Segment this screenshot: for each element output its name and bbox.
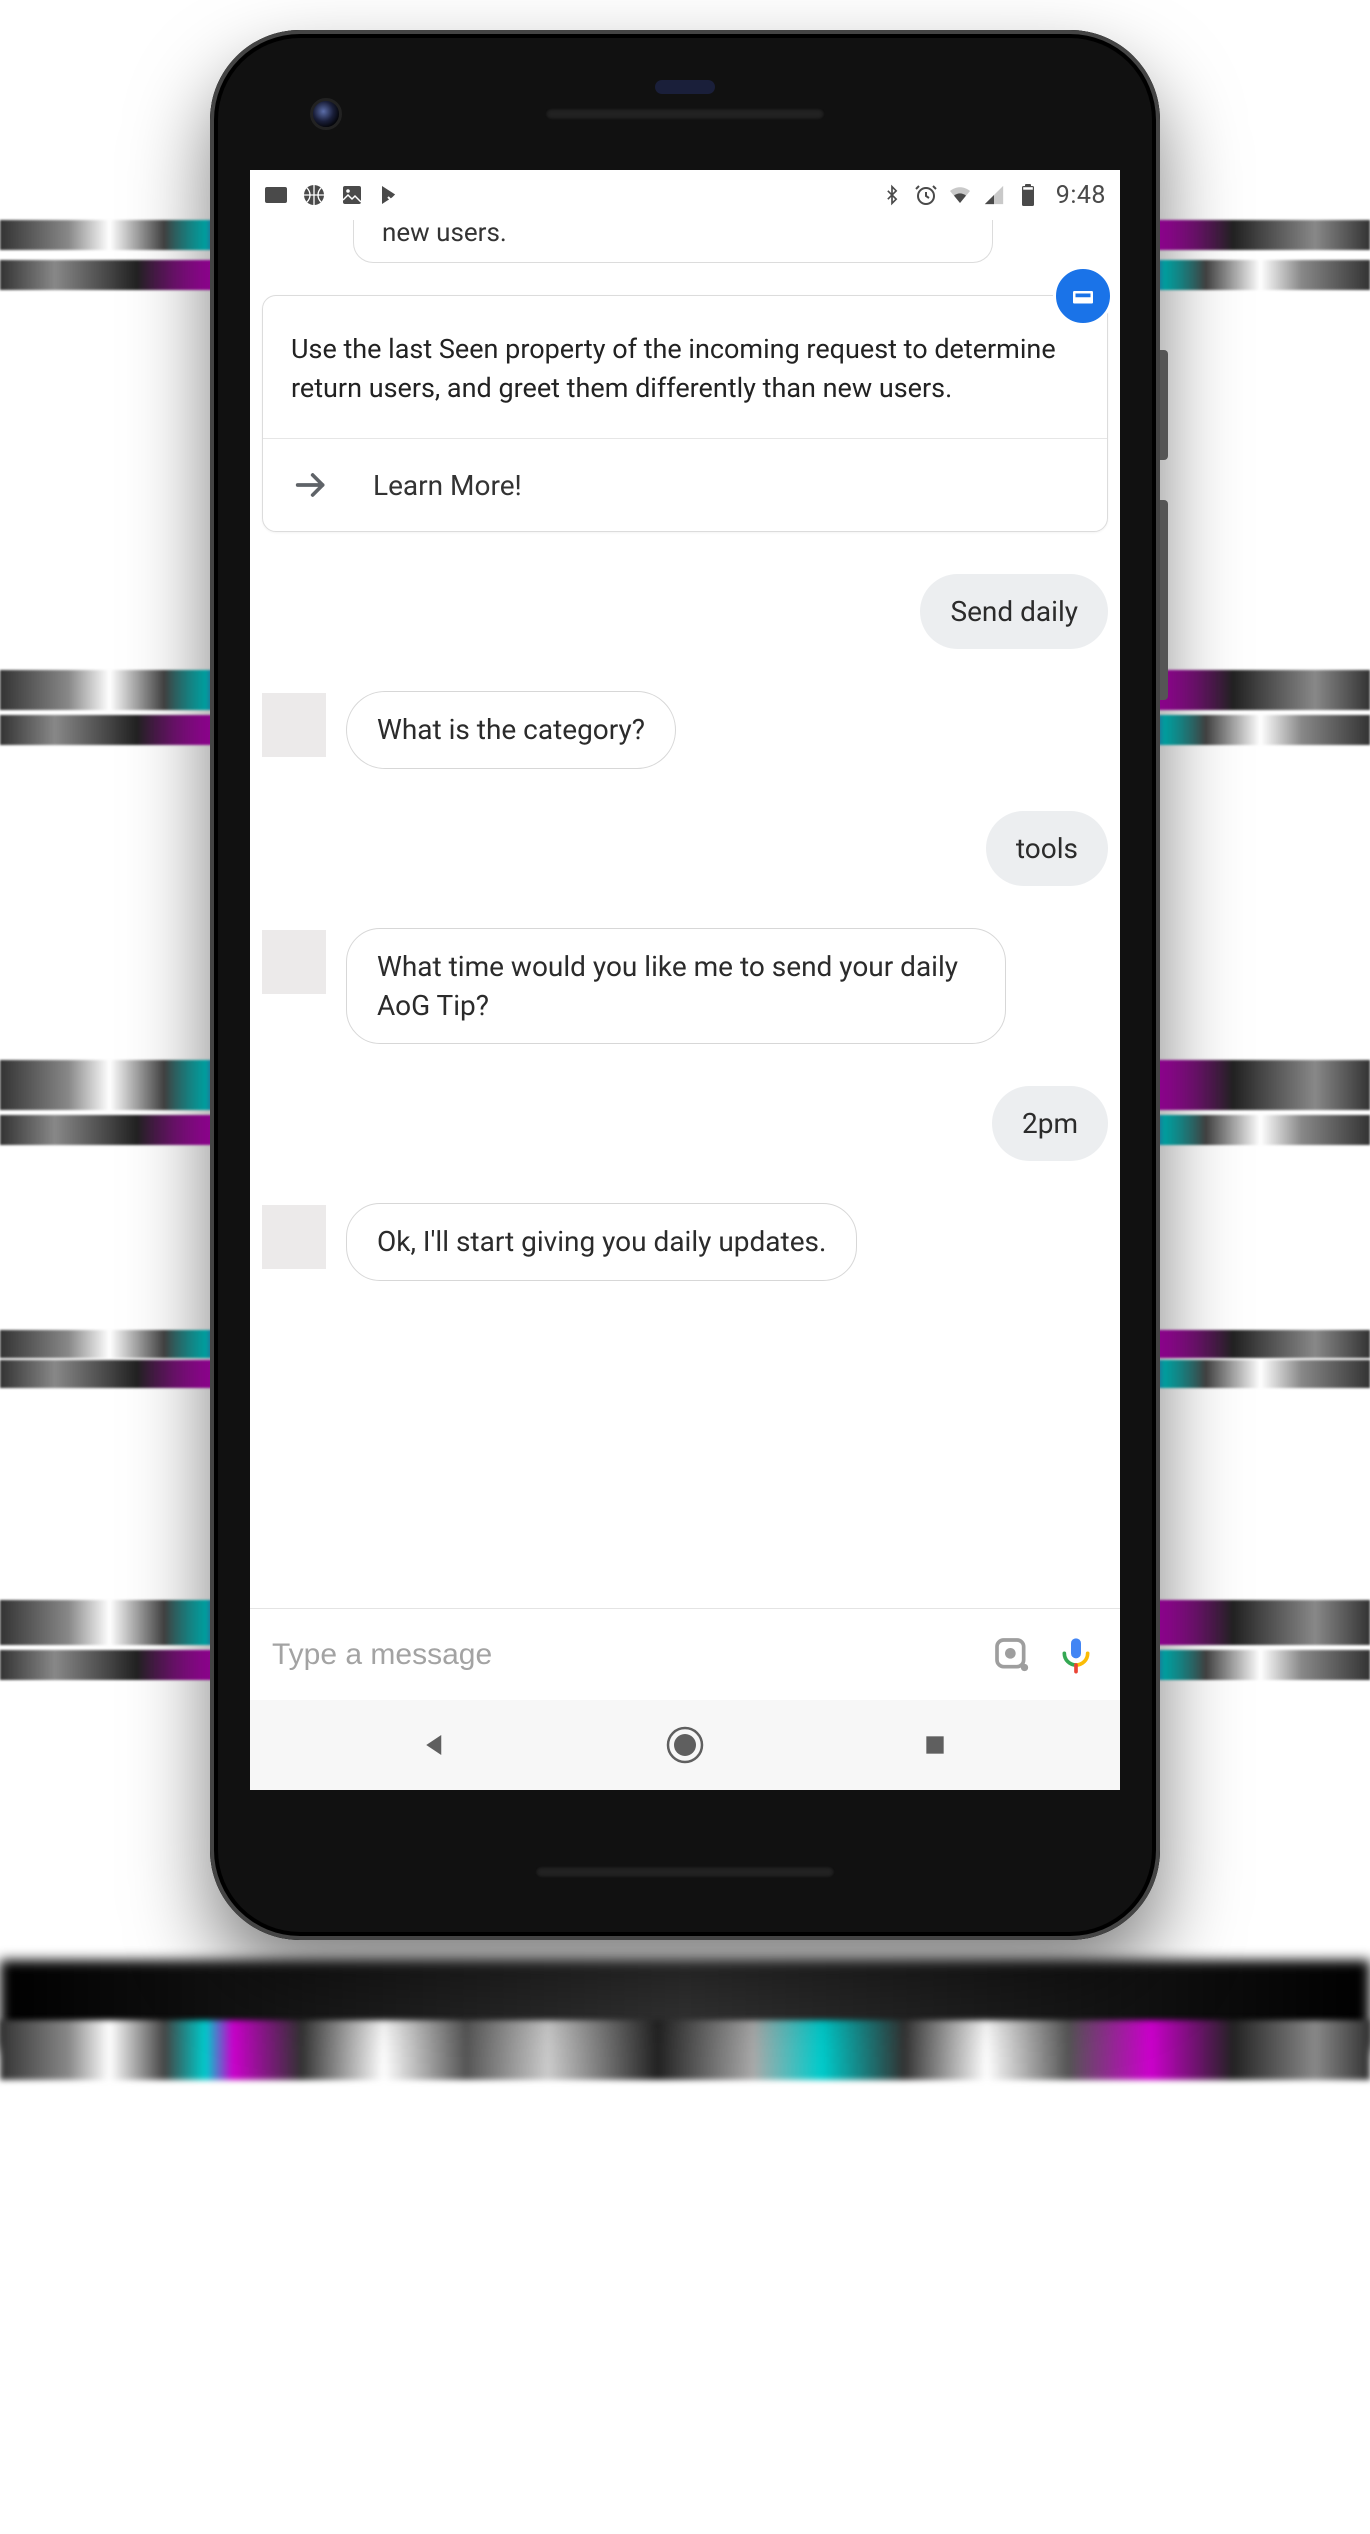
tip-card-group: new users. Use the last Seen property of… — [262, 220, 1108, 532]
message-input[interactable] — [272, 1638, 970, 1672]
arrow-right-icon — [291, 465, 331, 505]
status-bar: 9:48 — [250, 170, 1120, 220]
previous-card-peek: new users. — [353, 220, 993, 263]
message-row-user: 2pm — [262, 1086, 1108, 1161]
user-message[interactable]: tools — [986, 811, 1108, 886]
battery-icon — [1016, 183, 1040, 207]
message-row-bot: What is the category? — [262, 691, 1108, 768]
lens-icon[interactable] — [990, 1633, 1034, 1677]
android-nav-bar — [250, 1700, 1120, 1790]
wifi-icon — [948, 183, 972, 207]
screen: 9:48 new users. Use the last Seen proper… — [250, 170, 1120, 1790]
compose-bar — [250, 1608, 1120, 1700]
app-badge-icon — [1053, 266, 1113, 326]
bot-message[interactable]: Ok, I'll start giving you daily updates. — [346, 1203, 857, 1280]
mic-icon[interactable] — [1054, 1633, 1098, 1677]
cast-icon — [264, 183, 288, 207]
bot-message[interactable]: What is the category? — [346, 691, 676, 768]
bot-avatar-placeholder — [262, 693, 326, 757]
nav-home-button[interactable] — [664, 1724, 706, 1766]
learn-more-button[interactable]: Learn More! — [263, 438, 1107, 531]
photo-icon — [340, 183, 364, 207]
nav-back-button[interactable] — [414, 1724, 456, 1766]
message-row-user: tools — [262, 811, 1108, 886]
bot-avatar-placeholder — [262, 1205, 326, 1269]
user-message[interactable]: 2pm — [992, 1086, 1108, 1161]
status-time: 9:48 — [1056, 181, 1106, 210]
alarm-icon — [914, 183, 938, 207]
tip-card[interactable]: Use the last Seen property of the incomi… — [262, 295, 1108, 532]
nav-recents-button[interactable] — [914, 1724, 956, 1766]
play-check-icon — [378, 183, 402, 207]
learn-more-label: Learn More! — [373, 469, 522, 502]
message-row-bot: What time would you like me to send your… — [262, 928, 1108, 1044]
user-message[interactable]: Send daily — [920, 574, 1108, 649]
bot-avatar-placeholder — [262, 930, 326, 994]
chat-scroll-area[interactable]: new users. Use the last Seen property of… — [250, 220, 1120, 1608]
bluetooth-icon — [880, 183, 904, 207]
phone-frame: 9:48 new users. Use the last Seen proper… — [210, 30, 1160, 1940]
tip-card-body: Use the last Seen property of the incomi… — [263, 296, 1107, 438]
message-row-user: Send daily — [262, 574, 1108, 649]
basketball-icon — [302, 183, 326, 207]
bot-message[interactable]: What time would you like me to send your… — [346, 928, 1006, 1044]
message-row-bot: Ok, I'll start giving you daily updates. — [262, 1203, 1108, 1280]
cell-signal-icon — [982, 183, 1006, 207]
